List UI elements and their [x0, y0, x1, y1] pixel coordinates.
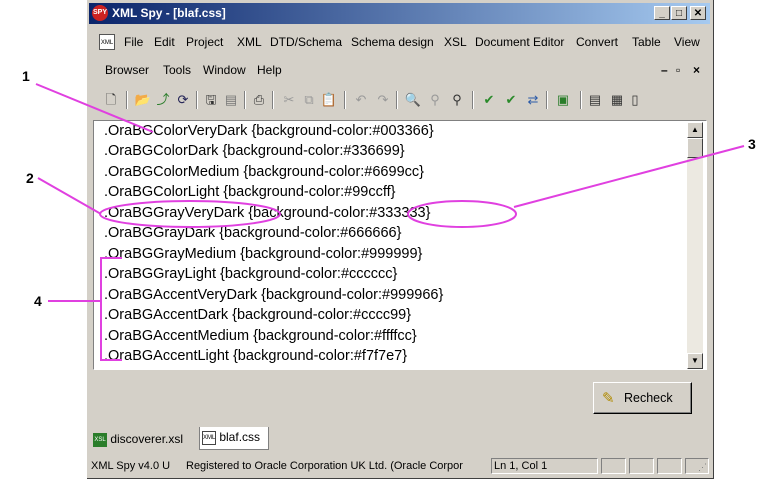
callout-2-leader	[37, 177, 102, 215]
callout-2-label: 2	[26, 170, 34, 186]
callout-4-bracket	[100, 257, 122, 361]
callout-1-leader	[35, 83, 154, 133]
callout-4-label: 4	[34, 293, 42, 309]
callout-3-label: 3	[748, 136, 756, 152]
callout-3-ellipse	[407, 200, 517, 228]
callout-2-ellipse	[99, 200, 281, 228]
annotation-overlay	[35, 83, 745, 361]
callout-1-label: 1	[22, 68, 30, 84]
callout-3-leader	[513, 145, 745, 208]
